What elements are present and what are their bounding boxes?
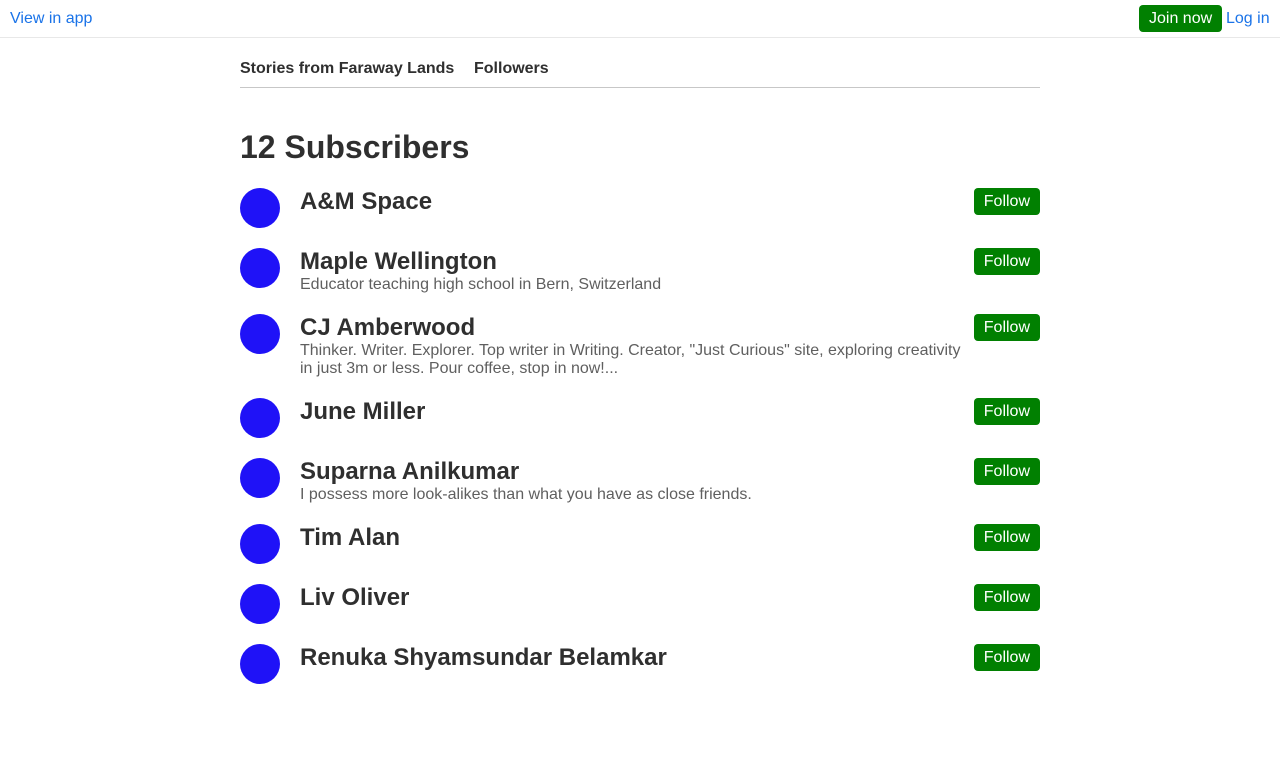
- subscriber-info: CJ Amberwood Thinker. Writer. Explorer. …: [300, 314, 965, 378]
- avatar[interactable]: [240, 314, 280, 354]
- subscriber-row: Maple Wellington Educator teaching high …: [240, 248, 1040, 294]
- avatar[interactable]: [240, 248, 280, 288]
- subscriber-info: Suparna Anilkumar I possess more look-al…: [300, 458, 965, 504]
- subscriber-name[interactable]: Tim Alan: [300, 524, 965, 552]
- subscriber-name[interactable]: Liv Oliver: [300, 584, 965, 612]
- log-in-link[interactable]: Log in: [1226, 9, 1270, 28]
- subscriber-info: Maple Wellington Educator teaching high …: [300, 248, 965, 294]
- avatar[interactable]: [240, 584, 280, 624]
- subscriber-name[interactable]: A&M Space: [300, 188, 965, 216]
- subscriber-info: Liv Oliver: [300, 584, 965, 612]
- subscriber-info: Tim Alan: [300, 524, 965, 552]
- subscriber-row: A&M Space Follow: [240, 188, 1040, 228]
- subscriber-info: Renuka Shyamsundar Belamkar: [300, 644, 965, 672]
- follow-button[interactable]: Follow: [973, 398, 1040, 425]
- subscriber-name[interactable]: CJ Amberwood: [300, 314, 965, 342]
- subscriber-row: June Miller Follow: [240, 398, 1040, 438]
- follow-button[interactable]: Follow: [973, 458, 1040, 485]
- page-title: 12 Subscribers: [240, 129, 470, 165]
- subscriber-row: Suparna Anilkumar I possess more look-al…: [240, 458, 1040, 504]
- tab-publication-home[interactable]: Stories from Faraway Lands: [240, 59, 454, 78]
- subscriber-bio: I possess more look-alikes than what you…: [300, 486, 752, 503]
- publication-nav: Stories from Faraway Lands Followers: [240, 57, 1040, 88]
- avatar[interactable]: [240, 188, 280, 228]
- avatar[interactable]: [240, 398, 280, 438]
- avatar[interactable]: [240, 458, 280, 498]
- subscriber-name[interactable]: Maple Wellington: [300, 248, 965, 276]
- subscriber-row: Tim Alan Follow: [240, 524, 1040, 564]
- subscriber-bio: Thinker. Writer. Explorer. Top writer in…: [300, 342, 961, 377]
- subscriber-name[interactable]: June Miller: [300, 398, 965, 426]
- subscriber-info: A&M Space: [300, 188, 965, 216]
- view-in-app-link[interactable]: View in app: [10, 9, 92, 28]
- subscriber-row: Renuka Shyamsundar Belamkar Follow: [240, 644, 1040, 684]
- top-bar: View in app Join now Log in: [0, 0, 1280, 38]
- tab-followers[interactable]: Followers: [474, 59, 549, 78]
- follow-button[interactable]: Follow: [973, 248, 1040, 275]
- subscriber-info: June Miller: [300, 398, 965, 426]
- avatar[interactable]: [240, 644, 280, 684]
- subscriber-row: CJ Amberwood Thinker. Writer. Explorer. …: [240, 314, 1040, 378]
- follow-button[interactable]: Follow: [973, 644, 1040, 671]
- follow-button[interactable]: Follow: [973, 188, 1040, 215]
- subscriber-bio: Educator teaching high school in Bern, S…: [300, 276, 662, 293]
- follow-button[interactable]: Follow: [973, 314, 1040, 341]
- follow-button[interactable]: Follow: [973, 524, 1040, 551]
- join-now-button[interactable]: Join now: [1139, 5, 1223, 32]
- avatar[interactable]: [240, 524, 280, 564]
- subscriber-row: Liv Oliver Follow: [240, 584, 1040, 624]
- follow-button[interactable]: Follow: [973, 584, 1040, 611]
- subscriber-name[interactable]: Suparna Anilkumar: [300, 458, 965, 486]
- subscriber-list: A&M Space Follow Maple Wellington Educat…: [240, 188, 1040, 704]
- subscriber-name[interactable]: Renuka Shyamsundar Belamkar: [300, 644, 965, 672]
